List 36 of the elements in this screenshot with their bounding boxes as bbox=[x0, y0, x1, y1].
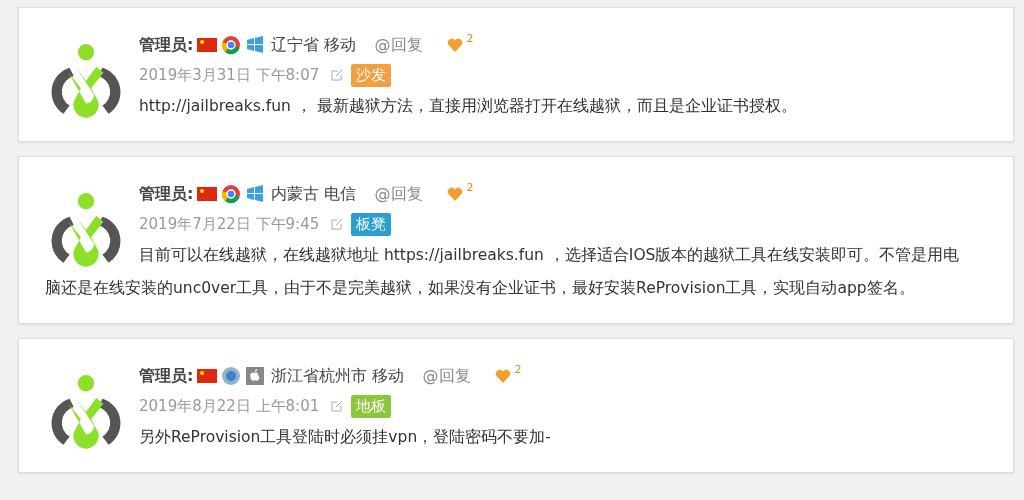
floor-badge: 沙发 bbox=[351, 63, 392, 87]
windows-icon bbox=[245, 184, 266, 204]
edit-icon[interactable] bbox=[331, 69, 344, 81]
author-name: 管理员: bbox=[139, 365, 194, 387]
chrome-icon bbox=[221, 184, 242, 204]
comment-text: 另外ReProvision工具登陆时必须挂vpn，登陆密码不要加- bbox=[138, 427, 552, 448]
comment-date: 2019年7月22日 下午9:45 bbox=[139, 214, 320, 234]
flag-icon bbox=[197, 369, 218, 383]
windows-icon bbox=[245, 35, 266, 55]
globe-icon bbox=[221, 366, 242, 386]
comment-text: http://jailbreaks.fun ， 最新越狱方法，直接用浏览器打开在线越狱，而且是企业证书授权。 bbox=[138, 96, 798, 117]
heart-icon[interactable] bbox=[446, 38, 463, 52]
heart-icon[interactable] bbox=[494, 369, 511, 383]
location-text: 辽宁省 移动 bbox=[271, 34, 357, 56]
edit-icon[interactable] bbox=[331, 218, 344, 230]
comment-date: 2019年3月31日 下午8:07 bbox=[139, 65, 320, 85]
floor-badge: 地板 bbox=[351, 394, 392, 418]
reply-link[interactable]: @回复 bbox=[374, 183, 423, 205]
apple-icon bbox=[245, 366, 266, 386]
author-name: 管理员: bbox=[139, 183, 194, 205]
like-count: 2 bbox=[514, 363, 522, 376]
flag-icon bbox=[197, 38, 218, 52]
reply-link[interactable]: @回复 bbox=[374, 34, 423, 56]
chrome-icon bbox=[221, 35, 242, 55]
reply-link[interactable]: @回复 bbox=[422, 365, 471, 387]
like-count: 2 bbox=[466, 181, 474, 194]
location-text: 内蒙古 电信 bbox=[271, 183, 357, 205]
comment-date: 2019年8月22日 上午8:01 bbox=[139, 396, 320, 416]
flag-icon bbox=[197, 187, 218, 201]
heart-icon[interactable] bbox=[446, 187, 463, 201]
floor-badge: 板凳 bbox=[351, 212, 392, 236]
location-text: 浙江省杭州市 移动 bbox=[271, 365, 405, 387]
edit-icon[interactable] bbox=[331, 400, 344, 412]
author-name: 管理员: bbox=[139, 34, 194, 56]
like-count: 2 bbox=[466, 32, 474, 45]
comment-text: 目前可以在线越狱，在线越狱地址 https://jailbreaks.fun ，选择适合IOS版本的越狱工具在线安装即可。不管是用电脑还是在线安装的unc0ver工具，由于不是完美越狱，如果没有企业证书，最好安装ReProvision工具，实现自动app签名。 bbox=[45, 245, 961, 299]
